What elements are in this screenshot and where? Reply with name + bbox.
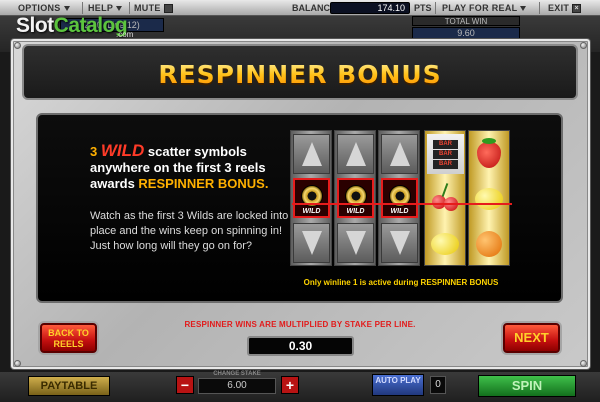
reel-5 — [468, 130, 510, 266]
chevron-down-icon — [520, 6, 527, 12]
help-menu-button[interactable]: HELP — [88, 1, 123, 15]
divider — [129, 2, 130, 14]
blank-symbol — [293, 223, 330, 263]
bonus-description: Watch as the first 3 Wilds are locked in… — [90, 210, 289, 252]
lemon-symbol — [471, 178, 508, 218]
blank-symbol — [337, 223, 374, 263]
divider — [435, 2, 436, 14]
reel-2: WILD — [334, 130, 376, 266]
mute-label: MUTE — [134, 3, 161, 13]
stake-value: 6.00 — [198, 378, 276, 394]
lemon-symbol — [427, 223, 464, 263]
wild-symbol: WILD — [337, 178, 374, 218]
strawberry-icon — [477, 142, 501, 168]
autoplay-button[interactable]: AUTO PLAY — [372, 374, 424, 396]
exit-button[interactable]: EXIT × — [548, 1, 582, 15]
chevron-down-icon — [63, 6, 70, 12]
spin-button[interactable]: SPIN — [478, 375, 576, 397]
bolt-icon — [580, 42, 587, 49]
blank-symbol — [337, 134, 374, 174]
bolt-icon — [14, 42, 21, 49]
wild-symbol-label: WILD — [390, 208, 409, 215]
triangle-icon — [390, 142, 410, 166]
wild-word: WILD — [100, 141, 145, 160]
lemon-icon — [475, 188, 503, 210]
blank-symbol — [381, 134, 418, 174]
help-label: HELP — [88, 3, 114, 13]
lemon-icon — [431, 233, 459, 255]
checkbox-icon — [163, 4, 173, 14]
blank-symbol — [293, 134, 330, 174]
play-for-real-button[interactable]: PLAY FOR REAL — [442, 1, 527, 15]
bonus-name: RESPINNER BONUS. — [138, 176, 269, 191]
change-stake-label: CHANGE STAKE — [213, 371, 261, 377]
bonus-intro-text: 3 WILD scatter symbols anywhere on the f… — [90, 141, 280, 192]
paytable-button[interactable]: PAYTABLE — [28, 376, 110, 396]
winline-1 — [292, 203, 512, 205]
reels-illustration: WILD WILD WILD BAR BAR BAR — [290, 130, 512, 266]
strawberry-symbol — [471, 134, 508, 174]
reel-3: WILD — [378, 130, 420, 266]
back-to-reels-button[interactable]: BACK TO REELS — [40, 323, 97, 353]
bar-icon: BAR — [433, 160, 458, 169]
chevron-down-icon — [116, 6, 123, 12]
orange-symbol — [471, 223, 508, 263]
mute-toggle[interactable]: MUTE — [134, 1, 173, 15]
bar-icon: BAR — [433, 140, 458, 149]
wild-symbol-label: WILD — [346, 208, 365, 215]
triangle-icon — [346, 142, 366, 166]
options-label: OPTIONS — [18, 3, 61, 13]
options-menu-button[interactable]: OPTIONS — [18, 1, 70, 15]
triangle-icon — [390, 231, 410, 255]
dialog-title: RESPINNER BONUS — [0, 60, 600, 89]
exit-label: EXIT — [548, 3, 570, 13]
watermark-slot: Slot — [16, 14, 54, 37]
increase-stake-button[interactable]: + — [281, 376, 299, 394]
balance-value: 174.10 — [330, 2, 410, 14]
reel-4: BAR BAR BAR — [424, 130, 466, 266]
divider — [82, 2, 83, 14]
divider — [539, 2, 540, 14]
multiplier-note: RESPINNER WINS ARE MULTIPLIED BY STAKE P… — [184, 320, 416, 329]
bar-icon: BAR — [433, 150, 458, 159]
blank-symbol — [381, 223, 418, 263]
triangle-icon — [302, 142, 322, 166]
play-for-real-label: PLAY FOR REAL — [442, 3, 518, 13]
watermark-logo: SlotCatalog — [16, 14, 128, 38]
total-win-label: TOTAL WIN — [412, 16, 520, 26]
triangle-icon — [302, 231, 322, 255]
autoplay-count: 0 — [430, 376, 446, 394]
winline-note: Only winline 1 is active during RESPINNE… — [303, 278, 499, 287]
decrease-stake-button[interactable]: − — [176, 376, 194, 394]
reel-1: WILD — [290, 130, 332, 266]
strawberry-leaf — [482, 138, 496, 144]
close-icon: × — [572, 4, 582, 14]
wild-symbol-label: WILD — [302, 208, 321, 215]
next-button[interactable]: NEXT — [503, 323, 560, 353]
orange-icon — [476, 231, 502, 257]
wild-symbol: WILD — [381, 178, 418, 218]
balance-unit: PTS — [414, 3, 432, 13]
bolt-icon — [14, 360, 21, 367]
wild-count: 3 — [90, 144, 98, 159]
wild-symbol: WILD — [293, 178, 330, 218]
bolt-icon — [580, 360, 587, 367]
cherry-symbol — [427, 178, 464, 218]
triangle-icon — [346, 231, 366, 255]
triple-bar-symbol: BAR BAR BAR — [427, 134, 464, 174]
stake-per-line-display: 0.30 — [247, 336, 354, 356]
cherry-stem — [441, 183, 449, 197]
